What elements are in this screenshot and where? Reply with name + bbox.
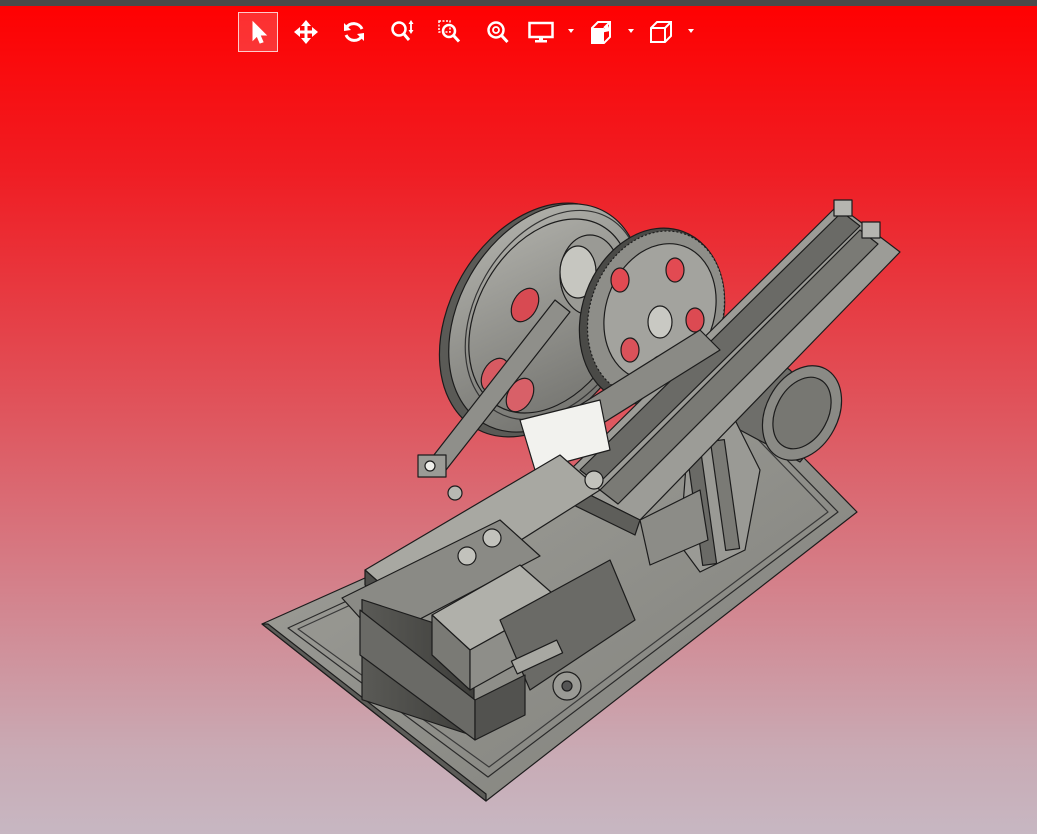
- mechanical-assembly-model[interactable]: [0, 0, 1037, 834]
- 3d-viewport[interactable]: [0, 0, 1037, 834]
